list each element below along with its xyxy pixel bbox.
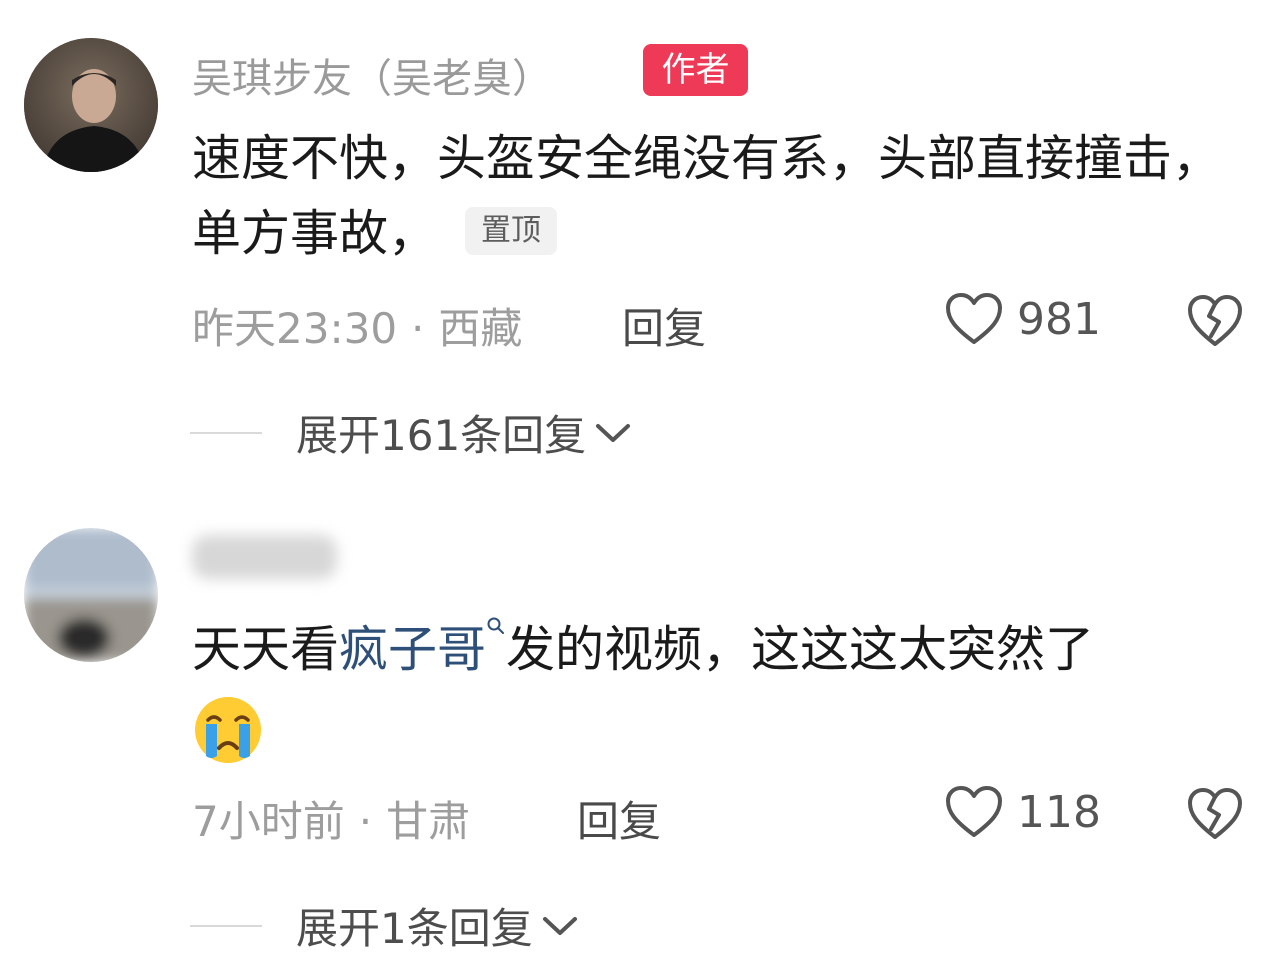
expand-replies[interactable]: 展开1条回复	[190, 895, 579, 956]
heart-icon	[946, 786, 1002, 837]
comment-text: 天天看疯子哥 发的视频，这这这太突然了	[192, 612, 1252, 766]
avatar[interactable]	[24, 528, 158, 662]
comment-item: 天天看疯子哥 发的视频，这这这太突然了 7小时前 · 甘肃 回复 118 展开1条回复	[0, 0, 1284, 953]
comment-text-before: 天天看	[192, 621, 340, 678]
like-button[interactable]: 118	[945, 785, 1101, 839]
username-blurred[interactable]	[192, 535, 337, 579]
hashtag-link[interactable]: 疯子哥	[339, 621, 486, 678]
chevron-down-icon	[542, 916, 577, 935]
search-icon[interactable]	[486, 616, 506, 636]
broken-heart-icon[interactable]	[1187, 787, 1243, 841]
separator-dot: ·	[358, 797, 373, 846]
like-count: 118	[1017, 786, 1101, 838]
crying-face-emoji-icon	[195, 696, 261, 763]
comment-text-after: 发的视频，这这这太突然了	[506, 621, 1095, 678]
comment-location: 甘肃	[386, 797, 471, 846]
expand-replies-label: 展开1条回复	[296, 904, 533, 953]
reply-button[interactable]: 回复	[577, 788, 661, 849]
comment-meta: 7小时前 · 甘肃	[192, 788, 470, 849]
comment-time: 7小时前	[192, 797, 345, 846]
divider-line	[190, 924, 262, 927]
